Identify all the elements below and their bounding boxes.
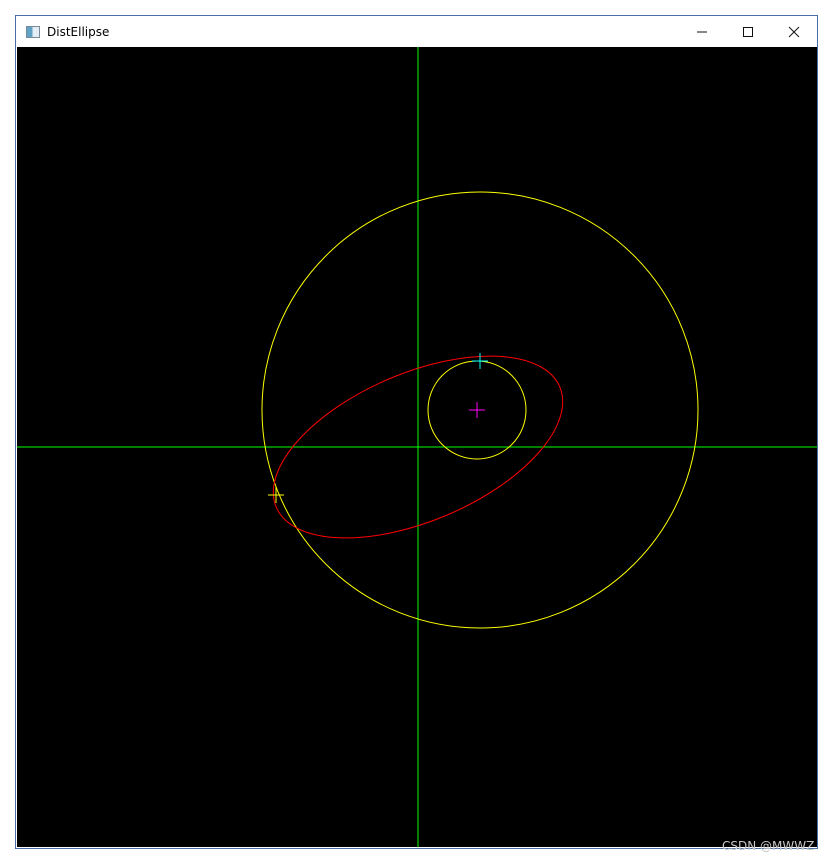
close-button[interactable]: [771, 16, 817, 47]
drawing-canvas[interactable]: [17, 47, 817, 847]
window-title: DistEllipse: [47, 24, 110, 39]
window-controls: [679, 16, 817, 47]
minimize-icon: [697, 31, 707, 32]
title-bar[interactable]: DistEllipse: [16, 16, 817, 47]
close-icon: [788, 26, 800, 37]
maximize-icon: [743, 26, 753, 37]
app-window-icon: [26, 25, 40, 38]
ellipse-distance-plot: [17, 47, 817, 847]
query-point-marker: [469, 402, 485, 418]
nearest-point-marker: [472, 353, 488, 369]
app-window: DistEllipse: [15, 15, 818, 849]
maximize-button[interactable]: [725, 16, 771, 47]
minimize-button[interactable]: [679, 16, 725, 47]
watermark: CSDN @MWWZ: [722, 839, 815, 853]
